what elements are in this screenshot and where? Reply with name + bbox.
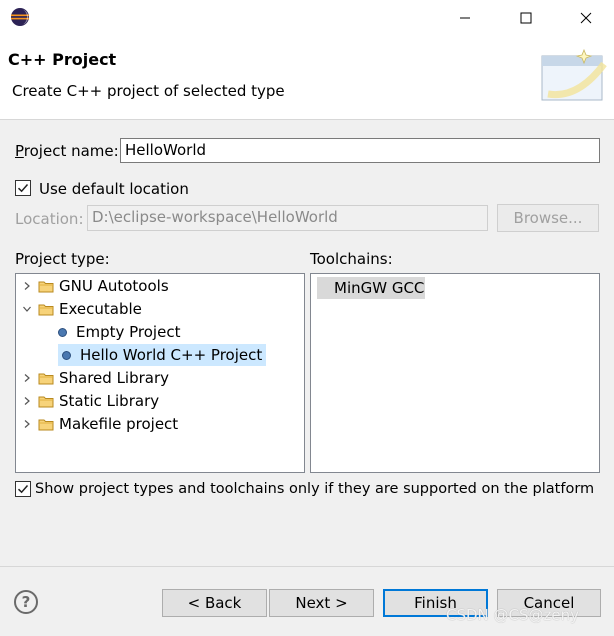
tree-item-label: Makefile project [59, 415, 179, 433]
project-type-tree[interactable]: GNU Autotools Executable Empty Project Hell… [15, 273, 305, 473]
wizard-banner: C++ Project Create C++ project of select… [0, 36, 614, 120]
tree-leaf-item[interactable]: Hello World C++ Project [58, 344, 267, 366]
toolchains-label: Toolchains: [310, 250, 393, 268]
toolchain-item[interactable]: MinGW GCC [317, 277, 425, 299]
folder-icon [38, 302, 54, 316]
project-name-label-rest: roject name: [23, 142, 119, 160]
help-icon[interactable]: ? [14, 590, 38, 614]
tree-folder-item[interactable]: Static Library [20, 390, 159, 412]
tree-folder-item[interactable]: Executable [20, 298, 142, 320]
toolchains-list[interactable]: MinGW GCC [310, 273, 600, 473]
folder-icon [38, 371, 54, 385]
location-input[interactable]: D:\eclipse-workspace\HelloWorld [87, 205, 488, 231]
project-template-icon [62, 350, 71, 360]
tree-folder-item[interactable]: Makefile project [20, 413, 178, 435]
project-name-input[interactable]: HelloWorld [120, 138, 600, 163]
chevron-right-icon[interactable] [20, 417, 34, 431]
tree-item-label: Shared Library [59, 369, 170, 387]
tree-leaf-item[interactable]: Empty Project [58, 321, 180, 343]
button-bar-separator [0, 566, 614, 567]
toolchain-label: MinGW GCC [334, 279, 425, 297]
chevron-down-icon[interactable] [20, 302, 34, 316]
tree-item-label: Empty Project [76, 323, 181, 341]
chevron-right-icon[interactable] [20, 371, 34, 385]
show-supported-checkbox[interactable] [15, 481, 31, 497]
location-label: Location: [15, 210, 84, 228]
watermark-text: CSDN @CS@zeny [446, 606, 580, 624]
folder-icon [38, 279, 54, 293]
use-default-location-label[interactable]: Use default location [39, 180, 189, 198]
title-bar [0, 0, 614, 36]
project-type-label: Project type: [15, 250, 110, 268]
wizard-title: C++ Project [8, 50, 117, 69]
maximize-button[interactable] [503, 0, 549, 36]
tree-item-label: Static Library [59, 392, 160, 410]
tree-item-label: GNU Autotools [59, 277, 169, 295]
wizard-description: Create C++ project of selected type [12, 82, 285, 100]
back-button[interactable]: < Back [162, 589, 267, 617]
close-button[interactable] [563, 0, 609, 36]
folder-icon [38, 394, 54, 408]
minimize-button[interactable] [442, 0, 488, 36]
new-project-wizard-icon [538, 44, 614, 108]
tree-folder-item[interactable]: Shared Library [20, 367, 169, 389]
next-button[interactable]: Next > [269, 589, 374, 617]
project-template-icon [58, 327, 67, 337]
tree-item-label: Hello World C++ Project [80, 346, 263, 364]
folder-icon [38, 417, 54, 431]
use-default-location-checkbox[interactable] [15, 180, 31, 196]
chevron-right-icon[interactable] [20, 279, 34, 293]
tree-folder-item[interactable]: GNU Autotools [20, 275, 169, 297]
project-name-label: Project name: [15, 142, 119, 160]
chevron-right-icon[interactable] [20, 394, 34, 408]
browse-button[interactable]: Browse... [497, 204, 599, 232]
show-supported-label[interactable]: Show project types and toolchains only i… [35, 481, 594, 497]
eclipse-icon [10, 7, 30, 27]
tree-item-label: Executable [59, 300, 142, 318]
